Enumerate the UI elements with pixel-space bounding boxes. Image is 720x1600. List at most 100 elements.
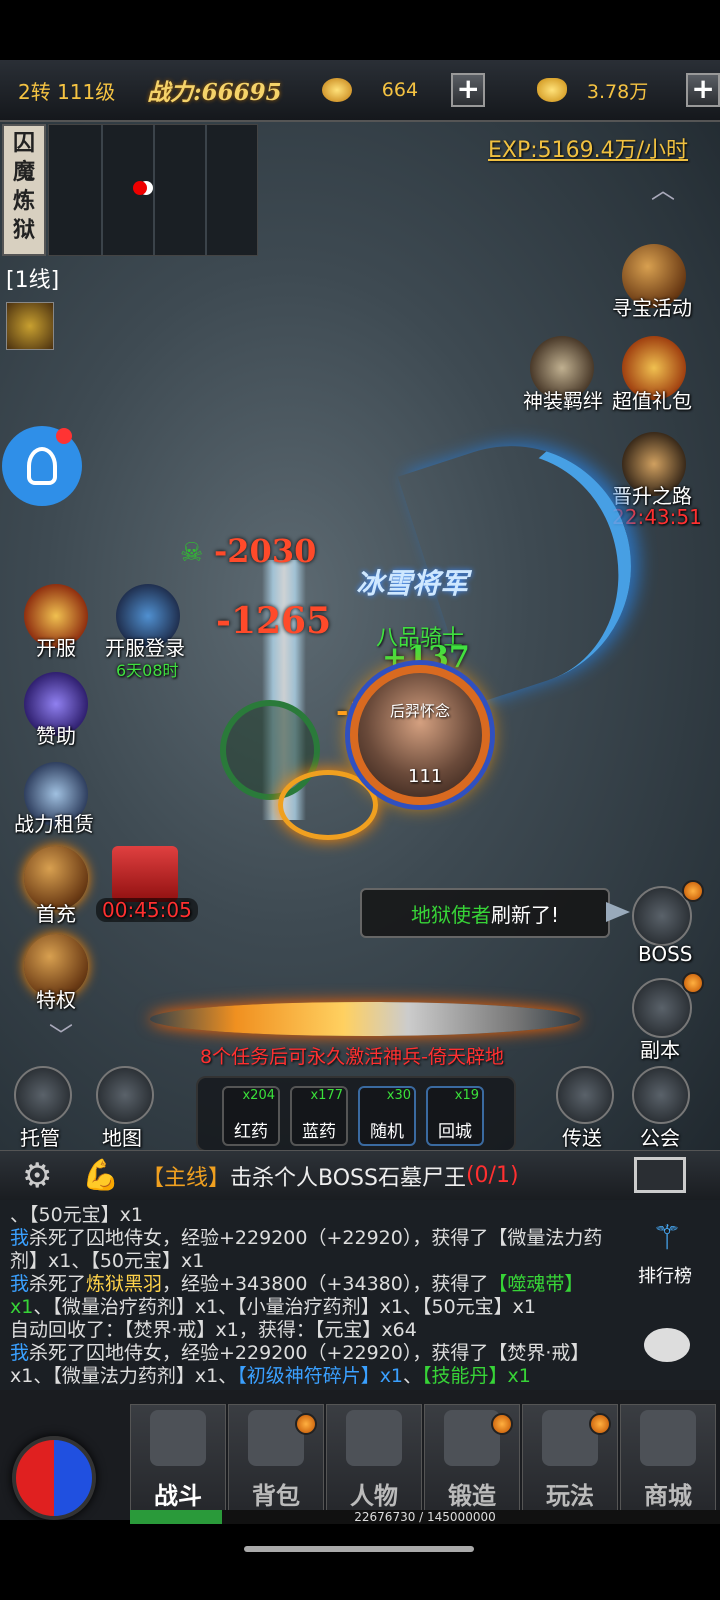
gift-timer: 00:45:05	[96, 898, 198, 922]
item-slot-red-potion[interactable]: x204 红药	[222, 1086, 280, 1146]
treasure-label: 寻宝活动	[612, 296, 692, 320]
currency2-value: 3.78万	[586, 80, 649, 103]
dungeon-label: 副本	[640, 1038, 680, 1062]
buff-icon[interactable]	[6, 302, 54, 350]
currency1-value: 664	[381, 79, 419, 101]
nav-character[interactable]: 人物	[326, 1404, 422, 1520]
chat-bubble-icon[interactable]	[644, 1328, 690, 1362]
combat-power: 战力:66695	[147, 79, 282, 106]
guild-label: 公会	[640, 1126, 680, 1150]
user-icon	[27, 447, 57, 485]
hero-level: 111	[408, 766, 443, 787]
ingot-icon	[537, 78, 567, 102]
strength-icon[interactable]: 💪	[82, 1158, 142, 1193]
notice-suffix: 刷新了!	[490, 902, 560, 927]
teleport-label: 传送	[562, 1126, 602, 1150]
exp-rate: EXP:5169.4万/小时	[488, 138, 689, 163]
notification-dot	[56, 428, 72, 444]
mail-icon[interactable]	[634, 1157, 686, 1193]
zone-name: 囚魔炼狱	[2, 124, 46, 256]
gold-coin-icon	[321, 78, 352, 102]
weapon-hint-prefix: 8个任务后可永久激活	[200, 1046, 384, 1068]
boss-refresh-notice: 地狱使者 刷新了!	[360, 888, 610, 938]
helmet-icon	[346, 1410, 402, 1466]
title-banner: 冰雪将军	[356, 567, 469, 600]
quest-progress: (0/1)	[465, 1163, 519, 1188]
super-gift-label: 超值礼包	[612, 389, 692, 413]
player-marker-icon	[133, 181, 147, 195]
first-recharge-label: 首充	[36, 902, 76, 926]
forge-alert-dot	[491, 1413, 513, 1435]
xp-text: 22676730 / 145000000	[354, 1510, 496, 1524]
minimap[interactable]	[48, 124, 258, 256]
chat-line: 我杀死了炼狱黑羽，经验+343800（+34380），获得了【噬魂带】x1、【微…	[10, 1273, 584, 1318]
map-icon[interactable]	[96, 1066, 154, 1124]
top-resource-bar: 2转 111级 战力:66695 664 + 3.78万 +	[0, 60, 720, 122]
yin-yang-orb[interactable]	[12, 1436, 96, 1520]
chat-line: 我杀死了囚地侍女，经验+229200（+22920），获得了【焚界·戒】x1、【…	[10, 1342, 590, 1387]
item-slot-random[interactable]: x30 随机	[358, 1086, 416, 1146]
chat-log[interactable]: 、【50元宝】x1 我杀死了囚地侍女，经验+229200（+22920），获得了…	[0, 1200, 720, 1390]
weapon-hint: 8个任务后可永久激活神兵-倚天辟地	[200, 1042, 504, 1069]
item-name: 蓝药	[302, 1122, 336, 1142]
item-name: 随机	[370, 1122, 404, 1142]
gift-box-icon[interactable]	[112, 846, 178, 902]
nav-bag[interactable]: 背包	[228, 1404, 324, 1520]
ranking-label[interactable]: 排行榜	[638, 1262, 692, 1288]
nav-gameplay[interactable]: 玩法	[522, 1404, 618, 1520]
notice-arrow-icon	[606, 902, 636, 922]
skull-icon: ☠	[180, 538, 204, 568]
teleport-icon[interactable]	[556, 1066, 614, 1124]
damage-number-1: -2030	[214, 532, 317, 570]
weapon-image[interactable]	[150, 1002, 580, 1036]
bag-alert-dot	[295, 1413, 317, 1435]
avatar-button[interactable]	[2, 426, 82, 506]
ascension-timer: 22:43:51	[612, 505, 702, 529]
chat-line: 、【50元宝】x1	[10, 1204, 144, 1226]
status-bar	[0, 0, 720, 60]
chat-line: 我杀死了囚地侍女，经验+229200（+22920），获得了【微量法力药剂】x1…	[10, 1227, 603, 1272]
fire-effect	[278, 770, 378, 840]
item-count: x204	[242, 1088, 275, 1103]
privilege-label: 特权	[36, 988, 76, 1012]
damage-number-2: -1265	[216, 600, 332, 642]
hero-name: 后羿怀念	[390, 702, 451, 720]
nav-forge[interactable]: 锻造	[424, 1404, 520, 1520]
system-nav-bar	[0, 1524, 720, 1600]
shop-icon	[640, 1410, 696, 1466]
quest-text[interactable]: 击杀个人BOSS石墓尸王	[230, 1160, 466, 1192]
ranking-icon[interactable]: ⚚	[642, 1218, 692, 1264]
server-line: [1线]	[6, 268, 60, 293]
item-name: 红药	[234, 1122, 268, 1142]
collapse-up-icon[interactable]: ︿	[640, 170, 686, 204]
item-slot-blue-potion[interactable]: x177 蓝药	[290, 1086, 348, 1146]
chat-line: 自动回收了：【焚界·戒】x1，获得：【元宝】x64	[10, 1319, 417, 1341]
gear-icon[interactable]: ⚙	[22, 1156, 82, 1196]
player-level: 2转 111级	[18, 79, 116, 104]
guild-icon[interactable]	[632, 1066, 690, 1124]
gameplay-alert-dot	[589, 1413, 611, 1435]
notice-boss-name: 地狱使者	[410, 902, 491, 927]
item-count: x19	[454, 1088, 479, 1103]
home-indicator[interactable]	[244, 1546, 474, 1552]
add-currency1-button[interactable]: +	[451, 73, 486, 107]
auto-icon[interactable]	[14, 1066, 72, 1124]
boss-alert-dot	[682, 880, 704, 902]
dungeon-alert-dot	[682, 972, 704, 994]
item-slot-return[interactable]: x19 回城	[426, 1086, 484, 1146]
sponsor-label: 赞助	[36, 724, 76, 748]
open-login-timer: 6天08时	[116, 661, 179, 680]
gear-bond-label: 神装羁绊	[523, 389, 603, 413]
boss-label: BOSS	[638, 942, 693, 966]
nav-shop[interactable]: 商城	[620, 1404, 716, 1520]
power-rent-label: 战力租赁	[14, 812, 94, 836]
crossed-swords-icon	[150, 1410, 206, 1466]
quest-tag: 【主线】	[142, 1165, 231, 1191]
weapon-hint-name: 神兵-倚天辟地	[383, 1046, 504, 1068]
quest-bar[interactable]: ⚙ 💪 【主线】 击杀个人BOSS石墓尸王 (0/1)	[0, 1150, 720, 1200]
nav-battle[interactable]: 战斗	[130, 1404, 226, 1520]
collapse-down-icon[interactable]: ﹀	[38, 1016, 84, 1050]
add-currency2-button[interactable]: +	[686, 73, 720, 107]
open-server-label: 开服	[36, 636, 76, 660]
item-count: x30	[386, 1088, 411, 1103]
